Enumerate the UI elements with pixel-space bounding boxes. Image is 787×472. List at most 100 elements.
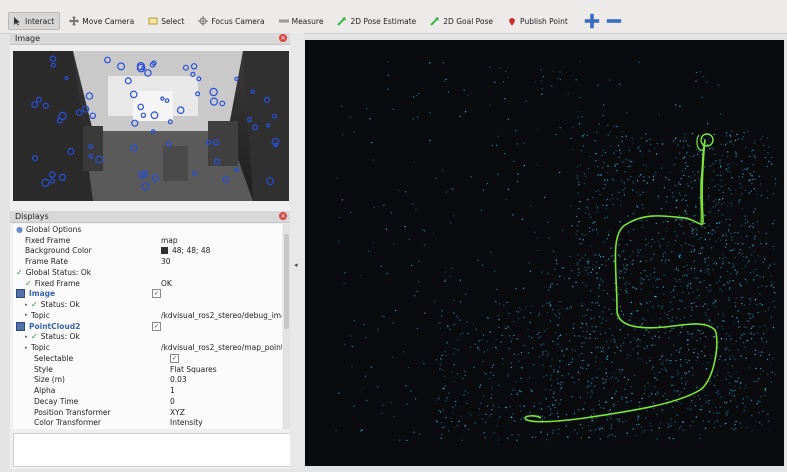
tool-row: Interact Move Camera Select Focus Camera Mea… [8,12,623,30]
property-key: ✓ Global Status: Ok [13,268,152,277]
property-checkbox[interactable]: ✓ [152,321,161,331]
property-key: Fixed Frame [13,236,161,245]
tool-publish-point-button[interactable]: Publish Point [504,13,573,29]
property-row[interactable]: Background Color 48; 48; 48 [13,246,282,257]
main-toolbar: Interact Move Camera Select Focus Camera Mea… [0,0,787,34]
property-key-label: Image [29,289,56,299]
tool-pose-estimate-button[interactable]: 2D Pose Estimate [334,13,421,29]
property-row[interactable]: Alpha 1 [13,385,282,396]
property-row[interactable]: Frame Rate 30 [13,256,282,267]
color-swatch[interactable] [161,247,168,255]
property-checkbox[interactable]: ✓ [170,353,179,363]
property-row[interactable]: Size (m) 0.03 [13,375,282,386]
property-row[interactable]: Decay Time 0 [13,396,282,407]
property-key: Size (m) [13,375,170,384]
collapse-arrow-icon[interactable]: ◂ [294,261,298,269]
displays-panel: Displays × ● Global Options Fixed Frame map… [10,211,292,469]
property-key: ▸ ✓ Status: Ok [13,332,161,341]
property-value[interactable]: ✓ [152,321,282,331]
property-value-text: Flat Squares [170,364,217,374]
property-key-label: Global Status: Ok [25,267,92,277]
tool-select-button[interactable]: Select [145,13,189,29]
dock-collapse-strip[interactable]: ◂ [290,33,304,469]
property-key: ✓ Fixed Frame [13,279,161,288]
property-row[interactable]: ▸ Topic/kdvisual_ros2_stereo/map_points [13,342,282,353]
tool-label: 2D Pose Estimate [350,16,417,26]
property-key-label: Topic [31,310,50,320]
property-key-label: Color Transformer [34,418,101,428]
property-row[interactable]: ✓ Fixed Frame OK [13,278,282,289]
property-value[interactable]: 0.03 [170,375,282,384]
property-row[interactable]: ✓ Global Status: Ok [13,267,282,278]
3d-render-viewport[interactable] [305,40,784,466]
property-value[interactable]: Flat Squares [170,365,282,374]
tool-label: Measure [291,16,324,26]
green-arrow-icon [337,16,347,26]
property-tree-scrollbar[interactable] [283,224,290,429]
tool-measure-button[interactable]: Measure [276,13,329,29]
property-value[interactable]: 1 [170,386,282,395]
status-ok-check-icon: ✓ [31,332,38,342]
property-key-label: PointCloud2 [29,321,81,331]
property-value[interactable]: /kdvisual_ros2_stereo/map_points [161,343,282,352]
property-value[interactable]: map [161,236,282,245]
property-row[interactable]: Image ✓ [13,289,282,300]
plus-icon[interactable] [583,13,601,29]
tool-interact-button[interactable]: Interact [8,12,61,30]
property-value-text: OK [161,278,172,288]
property-value-text: /kdvisual_ros2_stereo/map_points [161,343,282,353]
property-value[interactable]: 0 [170,397,282,406]
camera-image-view [13,51,289,201]
property-row[interactable]: ▸ Topic/kdvisual_ros2_stereo/debug_ima [13,310,282,321]
property-row[interactable]: ● Global Options [13,224,282,235]
tool-label: 2D Goal Pose [443,16,494,26]
image-panel: Image × [10,33,290,205]
image-panel-title: Image [15,34,41,43]
tool-move-camera-button[interactable]: Move Camera [66,13,139,29]
property-key-label: Fixed Frame [25,235,71,245]
property-row[interactable]: Fixed Frame map [13,235,282,246]
camera-image-render [13,51,289,201]
property-key: Color Transformer [13,418,170,427]
property-value[interactable]: 30 [161,257,282,266]
minus-icon[interactable] [605,13,623,29]
property-value-text: map [161,235,178,245]
property-value[interactable]: XYZ [170,408,282,417]
property-row[interactable]: Position Transformer XYZ [13,407,282,418]
property-key-label: Style [34,364,53,374]
image-panel-close-button[interactable]: × [279,34,287,42]
displays-panel-close-button[interactable]: × [279,212,287,220]
tool-focus-camera-button[interactable]: Focus Camera [195,13,269,29]
property-row[interactable]: ▸ ✓ Status: Ok [13,299,282,310]
property-value[interactable]: Intensity [170,418,282,427]
property-key: Background Color [13,246,161,255]
map-render[interactable] [305,40,784,466]
map-pin-icon [507,16,517,26]
property-row[interactable]: Style Flat Squares [13,364,282,375]
status-ok-check-icon: ✓ [25,278,32,288]
select-box-icon [148,16,158,26]
left-dock: Image × Displays × ● Global Options Fixe… [10,33,292,469]
move-icon [69,16,80,26]
crosshair-icon [198,16,209,26]
property-row[interactable]: PointCloud2 ✓ [13,321,282,332]
property-key-label: Fixed Frame [34,278,80,288]
tool-label: Interact [25,16,55,26]
property-value[interactable]: OK [161,279,282,288]
property-row[interactable]: Selectable ✓ [13,353,282,364]
property-key: ▸ ✓ Status: Ok [13,300,161,309]
property-value[interactable]: /kdvisual_ros2_stereo/debug_ima [161,311,282,320]
property-checkbox[interactable]: ✓ [152,289,161,299]
tool-goal-pose-button[interactable]: 2D Goal Pose [427,13,498,29]
property-row[interactable]: Color Transformer Intensity [13,418,282,429]
property-key: Selectable [13,354,170,363]
scrollbar-thumb[interactable] [284,234,289,329]
property-key-label: Global Options [25,224,82,234]
property-value[interactable]: ✓ [170,353,282,363]
property-key-label: Size (m) [34,375,65,385]
property-row[interactable]: ▸ ✓ Status: Ok [13,332,282,343]
property-value[interactable]: 48; 48; 48 [161,246,282,255]
property-value-text: 30 [161,257,171,267]
property-key: PointCloud2 [13,321,152,331]
property-value[interactable]: ✓ [152,289,282,299]
